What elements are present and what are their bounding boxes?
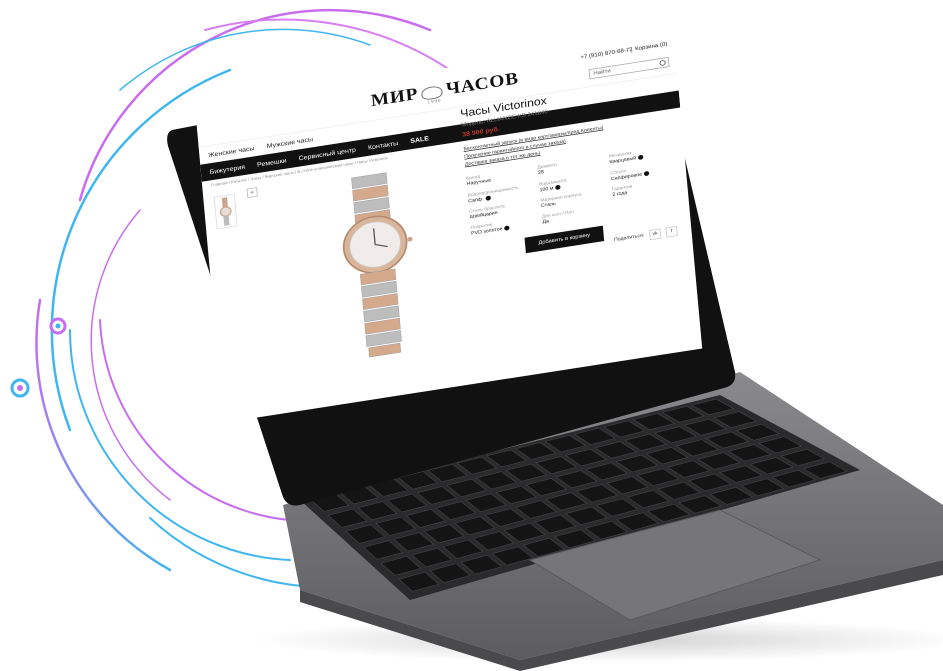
logo-text-right: ЧАСОВ [445, 67, 520, 99]
cart-link[interactable]: Корзина (0) [630, 41, 668, 53]
product-thumbnail[interactable] [213, 193, 238, 230]
info-icon[interactable] [637, 154, 644, 161]
info-icon[interactable] [485, 195, 491, 201]
nav-sale[interactable]: SALE [410, 134, 429, 144]
logo-subtitle: 1990 [427, 98, 442, 106]
product-image[interactable] [281, 158, 473, 378]
info-icon[interactable] [504, 225, 510, 231]
share-bar: Поделиться: vk f [613, 225, 678, 246]
zoom-plus-icon[interactable]: + [246, 187, 258, 199]
info-icon[interactable] [643, 170, 650, 176]
facebook-icon[interactable]: f [665, 225, 678, 238]
add-to-cart-button[interactable]: Добавить в корзину [524, 225, 605, 254]
share-label: Поделиться: [613, 233, 645, 243]
vk-icon[interactable]: vk [649, 228, 662, 240]
search-icon[interactable] [659, 59, 666, 67]
logo-text-left: МИР [369, 83, 419, 111]
spec-item: Покрытие PVD золотое [471, 216, 538, 236]
nav-straps[interactable]: Ремешки [257, 156, 287, 167]
phone-link[interactable]: +7 (910) 870-68-72 [580, 47, 633, 61]
info-icon[interactable] [554, 184, 561, 190]
nav-contacts[interactable]: Контакты [368, 139, 399, 151]
product-info: Часы Victorinox Модель: ALLIANCE XS 2418… [460, 75, 683, 261]
spec-item: Гарантия 2 года [611, 184, 633, 198]
spec-item: Для кого / Пол Да [541, 209, 575, 225]
nav-jewelry[interactable]: Бижутерия [209, 163, 245, 175]
search-placeholder: Найти [593, 68, 612, 77]
